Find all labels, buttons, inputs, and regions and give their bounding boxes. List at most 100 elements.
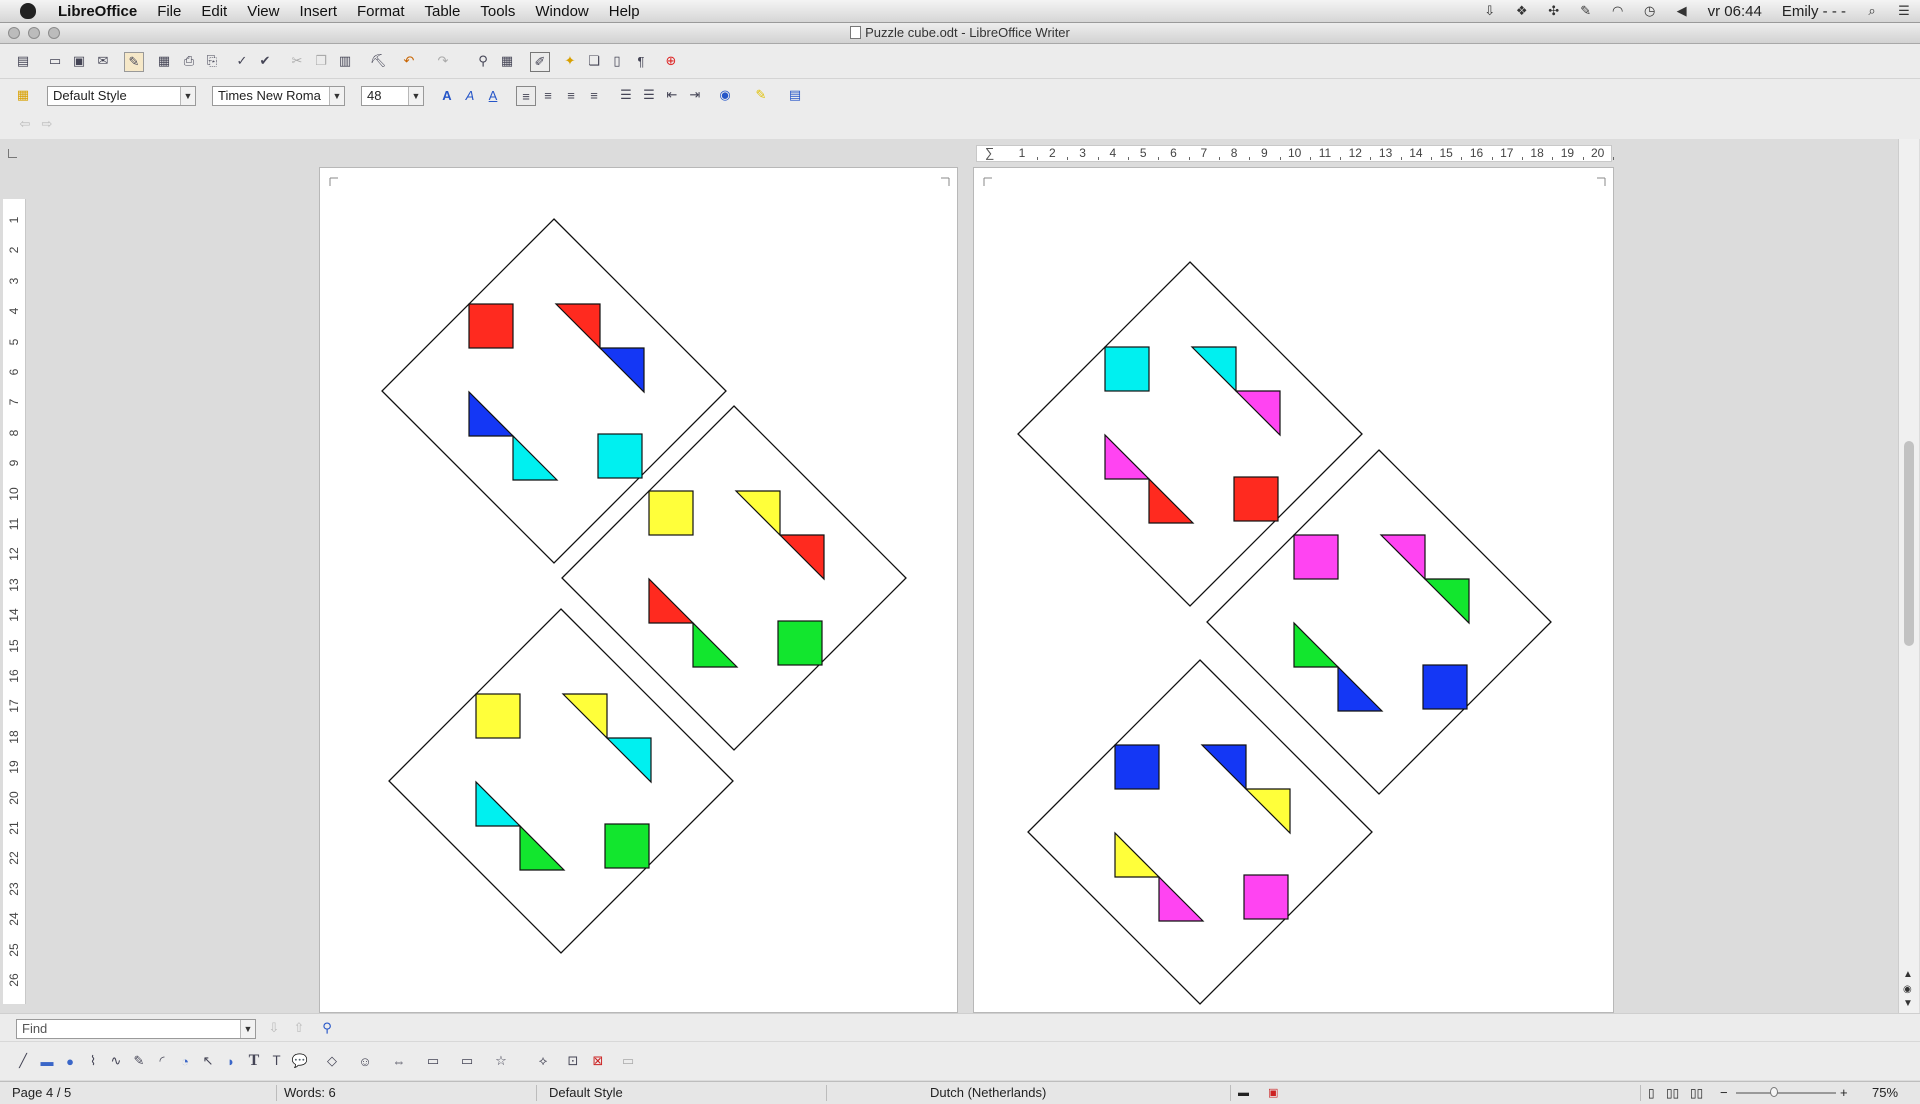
polygon-icon[interactable]: ⌇ [84, 1052, 102, 1070]
circle-segment-icon[interactable]: ◗ [222, 1052, 240, 1070]
document-modified-icon[interactable]: ▣ [1268, 1082, 1278, 1104]
book-view-icon[interactable]: ▯▯ [1690, 1082, 1703, 1104]
background-color-icon[interactable]: ▤ [786, 86, 804, 104]
chevron-down-icon[interactable]: ▼ [240, 1020, 255, 1038]
line-icon[interactable]: ╱ [14, 1052, 32, 1070]
spellcheck-icon[interactable]: ✓ [233, 52, 251, 70]
menu-table[interactable]: Table [415, 3, 471, 20]
italic-icon[interactable]: A [461, 86, 479, 104]
save-icon[interactable]: ▣ [70, 52, 88, 70]
menu-format[interactable]: Format [347, 3, 415, 20]
vertical-text-icon[interactable]: Ꭲ [268, 1052, 286, 1070]
page-style[interactable]: Default Style [549, 1082, 623, 1104]
scrollbar-thumb[interactable] [1904, 441, 1914, 646]
bold-icon[interactable]: A [438, 86, 456, 104]
increase-indent-icon[interactable]: ⇥ [686, 86, 704, 104]
paragraph-style-combo[interactable]: Default Style ▼ [47, 86, 196, 106]
help-icon[interactable]: ⊕ [662, 52, 680, 70]
underline-icon[interactable]: A [484, 86, 502, 104]
chevron-down-icon[interactable]: ▼ [408, 87, 423, 105]
document-area[interactable]: 1 2 3 4 5 6 7 8 9 10 11 12 13 14 15 16 17 18 19 20 ∑ 1234567… [0, 139, 1920, 1013]
sync-icon[interactable]: ✣ [1545, 3, 1563, 18]
download-icon[interactable]: ⇩ [1481, 3, 1499, 18]
block-arrows-icon[interactable]: ⇔ [390, 1052, 408, 1070]
menu-insert[interactable]: Insert [289, 3, 347, 20]
callout-icon[interactable]: 💬 [291, 1052, 309, 1070]
time-machine-icon[interactable]: ◷ [1641, 3, 1659, 18]
new-document-icon[interactable]: ▤ [14, 52, 32, 70]
cut-icon[interactable]: ✂ [288, 52, 306, 70]
stars-icon[interactable]: ☆ [492, 1052, 510, 1070]
align-left-icon[interactable]: ≡ [516, 86, 536, 106]
points-icon[interactable]: ⟡ [534, 1052, 552, 1070]
vertical-scrollbar[interactable]: ▲ ◉ ▼ [1898, 139, 1919, 1013]
page-count[interactable]: Page 4 / 5 [12, 1082, 71, 1104]
highlighting-icon[interactable]: ✎ [752, 86, 770, 104]
flowchart-icon[interactable]: ▭ [424, 1052, 442, 1070]
find-input[interactable]: Find ▼ [16, 1019, 256, 1039]
paste-icon[interactable]: ▥ [336, 52, 354, 70]
minimize-window-button[interactable] [28, 27, 40, 39]
font-color-icon[interactable]: ◉ [716, 86, 734, 104]
open-icon[interactable]: ▭ [46, 52, 64, 70]
app-menu[interactable]: LibreOffice [48, 3, 147, 20]
show-draw-functions-icon[interactable]: ✐ [530, 52, 550, 72]
insert-mode-icon[interactable]: ▬ [1238, 1082, 1249, 1104]
justify-icon[interactable]: ≡ [585, 86, 603, 104]
gallery-icon[interactable]: ❏ [585, 52, 603, 70]
decrease-indent-icon[interactable]: ⇤ [663, 86, 681, 104]
table-icon[interactable]: ▦ [498, 52, 516, 70]
apple-icon[interactable] [20, 3, 36, 19]
zoom-level[interactable]: 75% [1872, 1082, 1898, 1104]
select-icon[interactable]: ↖ [199, 1052, 217, 1070]
menu-edit[interactable]: Edit [191, 3, 237, 20]
font-name-combo[interactable]: Times New Roma ▼ [212, 86, 345, 106]
fontwork-icon[interactable]: ⊠ [589, 1052, 607, 1070]
word-count[interactable]: Words: 6 [284, 1082, 336, 1104]
hyperlink-icon[interactable]: ⚲ [474, 52, 492, 70]
edit-file-icon[interactable]: ✎ [124, 52, 144, 72]
formatting-marks-icon[interactable]: ¶ [632, 52, 650, 70]
pen-icon[interactable]: ✎ [1577, 3, 1595, 18]
align-right-icon[interactable]: ≡ [562, 86, 580, 104]
find-next-icon[interactable]: ⇧ [290, 1019, 308, 1037]
clone-formatting-icon[interactable]: ⛏ [369, 52, 387, 70]
basic-shapes-icon[interactable]: ◇ [323, 1052, 341, 1070]
align-center-icon[interactable]: ≡ [539, 86, 557, 104]
horizontal-ruler[interactable]: 1 2 3 4 5 6 7 8 9 10 11 12 13 14 15 16 17 18 19 20 ∑ [976, 145, 1614, 162]
freeform-icon[interactable]: ✎ [130, 1052, 148, 1070]
single-page-view-icon[interactable]: ▯ [1648, 1082, 1655, 1104]
find-previous-icon[interactable]: ⇩ [265, 1019, 283, 1037]
language[interactable]: Dutch (Netherlands) [930, 1082, 1046, 1104]
autospellcheck-icon[interactable]: ✔ [256, 52, 274, 70]
close-window-button[interactable] [8, 27, 20, 39]
indent-marker-icon[interactable]: ∑ [985, 145, 994, 160]
scroll-previous-icon[interactable]: ▲ [1903, 969, 1913, 980]
from-file-icon[interactable]: ⊡ [564, 1052, 582, 1070]
multi-page-view-icon[interactable]: ▯▯ [1666, 1082, 1679, 1104]
styles-icon[interactable]: ▦ [14, 86, 32, 104]
zoom-slider[interactable] [1736, 1087, 1836, 1097]
arc-icon[interactable]: ◜ [153, 1052, 171, 1070]
redo-icon[interactable]: ↷ [434, 52, 452, 70]
clock[interactable]: vr 06:44 [1708, 3, 1762, 20]
menu-file[interactable]: File [147, 3, 191, 20]
wifi-icon[interactable]: ◠ [1609, 3, 1627, 18]
page[interactable] [319, 167, 958, 1013]
extrusion-icon[interactable]: ▭ [619, 1052, 637, 1070]
spotlight-icon[interactable]: ⌕ [1863, 3, 1881, 18]
callouts-icon[interactable]: ▭ [458, 1052, 476, 1070]
rectangle-icon[interactable]: ▬ [38, 1052, 56, 1070]
undo-icon[interactable]: ↶ [400, 52, 418, 70]
print-preview-icon[interactable]: ⎘ [203, 52, 221, 70]
volume-icon[interactable]: ◀ [1673, 3, 1691, 18]
zoom-out-icon[interactable]: − [1720, 1082, 1728, 1104]
copy-icon[interactable]: ❐ [312, 52, 330, 70]
text-icon[interactable]: T [245, 1052, 263, 1070]
find-replace-icon[interactable]: ⚲ [318, 1019, 336, 1037]
zoom-window-button[interactable] [48, 27, 60, 39]
symbol-shapes-icon[interactable]: ☺ [356, 1052, 374, 1070]
export-pdf-icon[interactable]: ▦ [155, 52, 173, 70]
vertical-ruler[interactable]: 1 2 3 4 5 6 7 8 9 10 11 12 13 14 15 16 17 18 19 20 21 22 23 24 2… [3, 199, 26, 1004]
forward-arrow-icon[interactable]: ⇨ [38, 115, 56, 133]
